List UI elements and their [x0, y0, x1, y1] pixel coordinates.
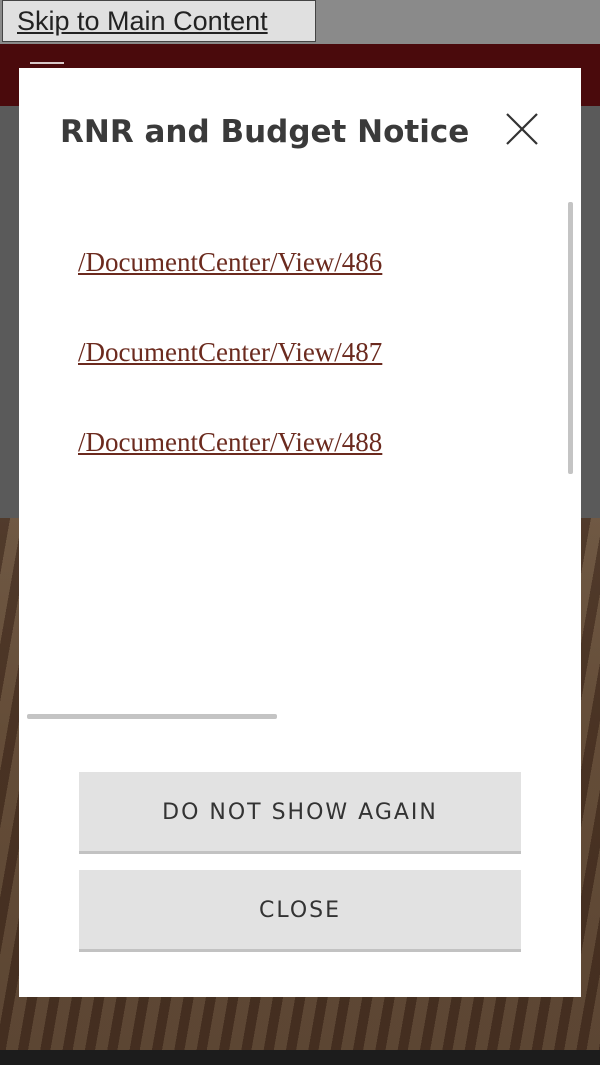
do-not-show-again-button[interactable]: DO NOT SHOW AGAIN: [79, 772, 521, 854]
skip-to-main-content-link[interactable]: Skip to Main Content: [2, 0, 316, 42]
document-links-list: /DocumentCenter/View/486 /DocumentCenter…: [78, 240, 538, 510]
notice-modal: [19, 68, 581, 997]
modal-title: RNR and Budget Notice: [60, 114, 470, 150]
document-link-488[interactable]: /DocumentCenter/View/488: [78, 420, 538, 510]
horizontal-scrollbar[interactable]: [27, 714, 277, 719]
page: Skip to Main Content RNR and Budget Noti…: [0, 0, 600, 1065]
close-button[interactable]: CLOSE: [79, 870, 521, 952]
close-icon[interactable]: [505, 112, 539, 146]
document-link-487[interactable]: /DocumentCenter/View/487: [78, 330, 538, 420]
site-footer: [0, 1050, 600, 1065]
document-link-486[interactable]: /DocumentCenter/View/486: [78, 240, 538, 330]
menu-icon[interactable]: [30, 62, 64, 64]
vertical-scrollbar[interactable]: [568, 202, 573, 474]
